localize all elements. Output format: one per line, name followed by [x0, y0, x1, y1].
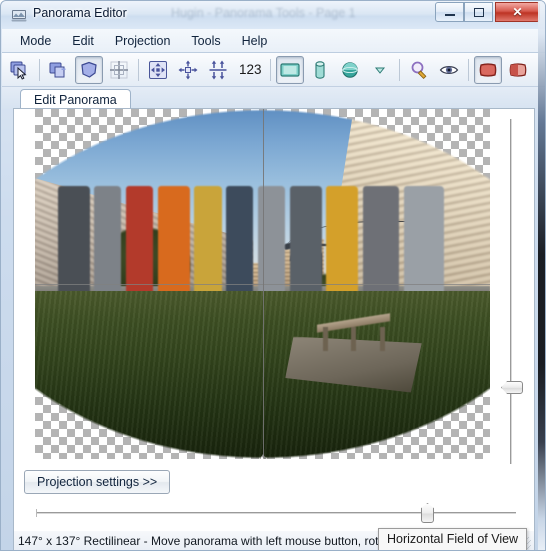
tab-strip: Edit Panorama — [2, 87, 545, 110]
horizontal-slider-track[interactable] — [36, 512, 516, 514]
window-title: Panorama Editor — [33, 6, 127, 20]
numeric-transform-label[interactable]: 123 — [235, 62, 266, 77]
multi-layer-icon[interactable] — [45, 56, 73, 84]
vertical-align-icon[interactable] — [204, 56, 232, 84]
vertical-slider-track[interactable] — [510, 119, 512, 464]
close-icon: ✕ — [512, 5, 523, 19]
toolbar-separator — [467, 58, 469, 81]
restore-icon — [465, 3, 492, 21]
title-bar[interactable]: Hugin - Panorama Tools - Page 1 Panorama… — [1, 1, 545, 29]
restore-button[interactable] — [464, 2, 493, 22]
toolbar: 123 — [2, 53, 545, 87]
close-button[interactable]: ✕ — [495, 2, 540, 22]
projection-dropdown-icon[interactable] — [366, 56, 394, 84]
drag-mode-normal-icon[interactable] — [473, 55, 502, 84]
horizontal-field-of-view-tooltip: Horizontal Field of View — [378, 528, 528, 550]
rectilinear-projection-icon[interactable] — [275, 55, 304, 84]
menu-mode[interactable]: Mode — [11, 31, 60, 51]
toolbar-separator — [398, 58, 400, 81]
panorama-canvas[interactable] — [35, 109, 490, 459]
toolbar-separator — [138, 58, 139, 81]
preview-eye-icon[interactable] — [435, 56, 463, 84]
minimize-icon — [436, 3, 463, 21]
tab-edit-panorama[interactable]: Edit Panorama — [20, 89, 131, 110]
vertical-field-of-view-slider[interactable] — [501, 119, 523, 464]
pan-center-marker-inner — [259, 456, 265, 459]
toolbar-separator — [39, 58, 40, 81]
projection-settings-button[interactable]: Projection settings >> — [24, 470, 171, 494]
panorama-editor-icon — [11, 10, 27, 22]
menu-edit[interactable]: Edit — [63, 31, 103, 51]
drag-mode-mosaic-icon[interactable] — [504, 56, 532, 84]
cylindrical-projection-icon[interactable] — [306, 56, 334, 84]
move-all-icon[interactable] — [144, 56, 172, 84]
menu-bar: Mode Edit Projection Tools Help — [2, 29, 545, 53]
center-guide-line — [262, 109, 264, 459]
equirectangular-projection-icon[interactable] — [336, 56, 364, 84]
vertical-slider-thumb[interactable] — [501, 381, 523, 394]
background-window-edge — [538, 1, 545, 550]
horizontal-slider-track-start — [36, 509, 37, 517]
menu-projection[interactable]: Projection — [106, 31, 180, 51]
center-icon[interactable] — [174, 56, 202, 84]
minimize-button[interactable] — [435, 2, 464, 22]
menu-help[interactable]: Help — [233, 31, 277, 51]
toolbar-separator — [269, 58, 271, 81]
bench — [317, 313, 390, 351]
select-layer-icon[interactable] — [6, 56, 34, 84]
panorama-editor-window: Hugin - Panorama Tools - Page 1 Panorama… — [0, 0, 546, 551]
editor-client-area: Projection settings >> — [13, 108, 535, 538]
horizontal-field-of-view-slider[interactable] — [36, 503, 516, 523]
single-layer-icon[interactable] — [75, 55, 103, 84]
menu-tools[interactable]: Tools — [182, 31, 229, 51]
background-window-title-ghost: Hugin - Panorama Tools - Page 1 — [171, 6, 356, 20]
zoom-icon[interactable] — [405, 56, 433, 84]
horizontal-slider-thumb[interactable] — [421, 503, 434, 523]
crosshair-icon[interactable] — [105, 56, 133, 84]
